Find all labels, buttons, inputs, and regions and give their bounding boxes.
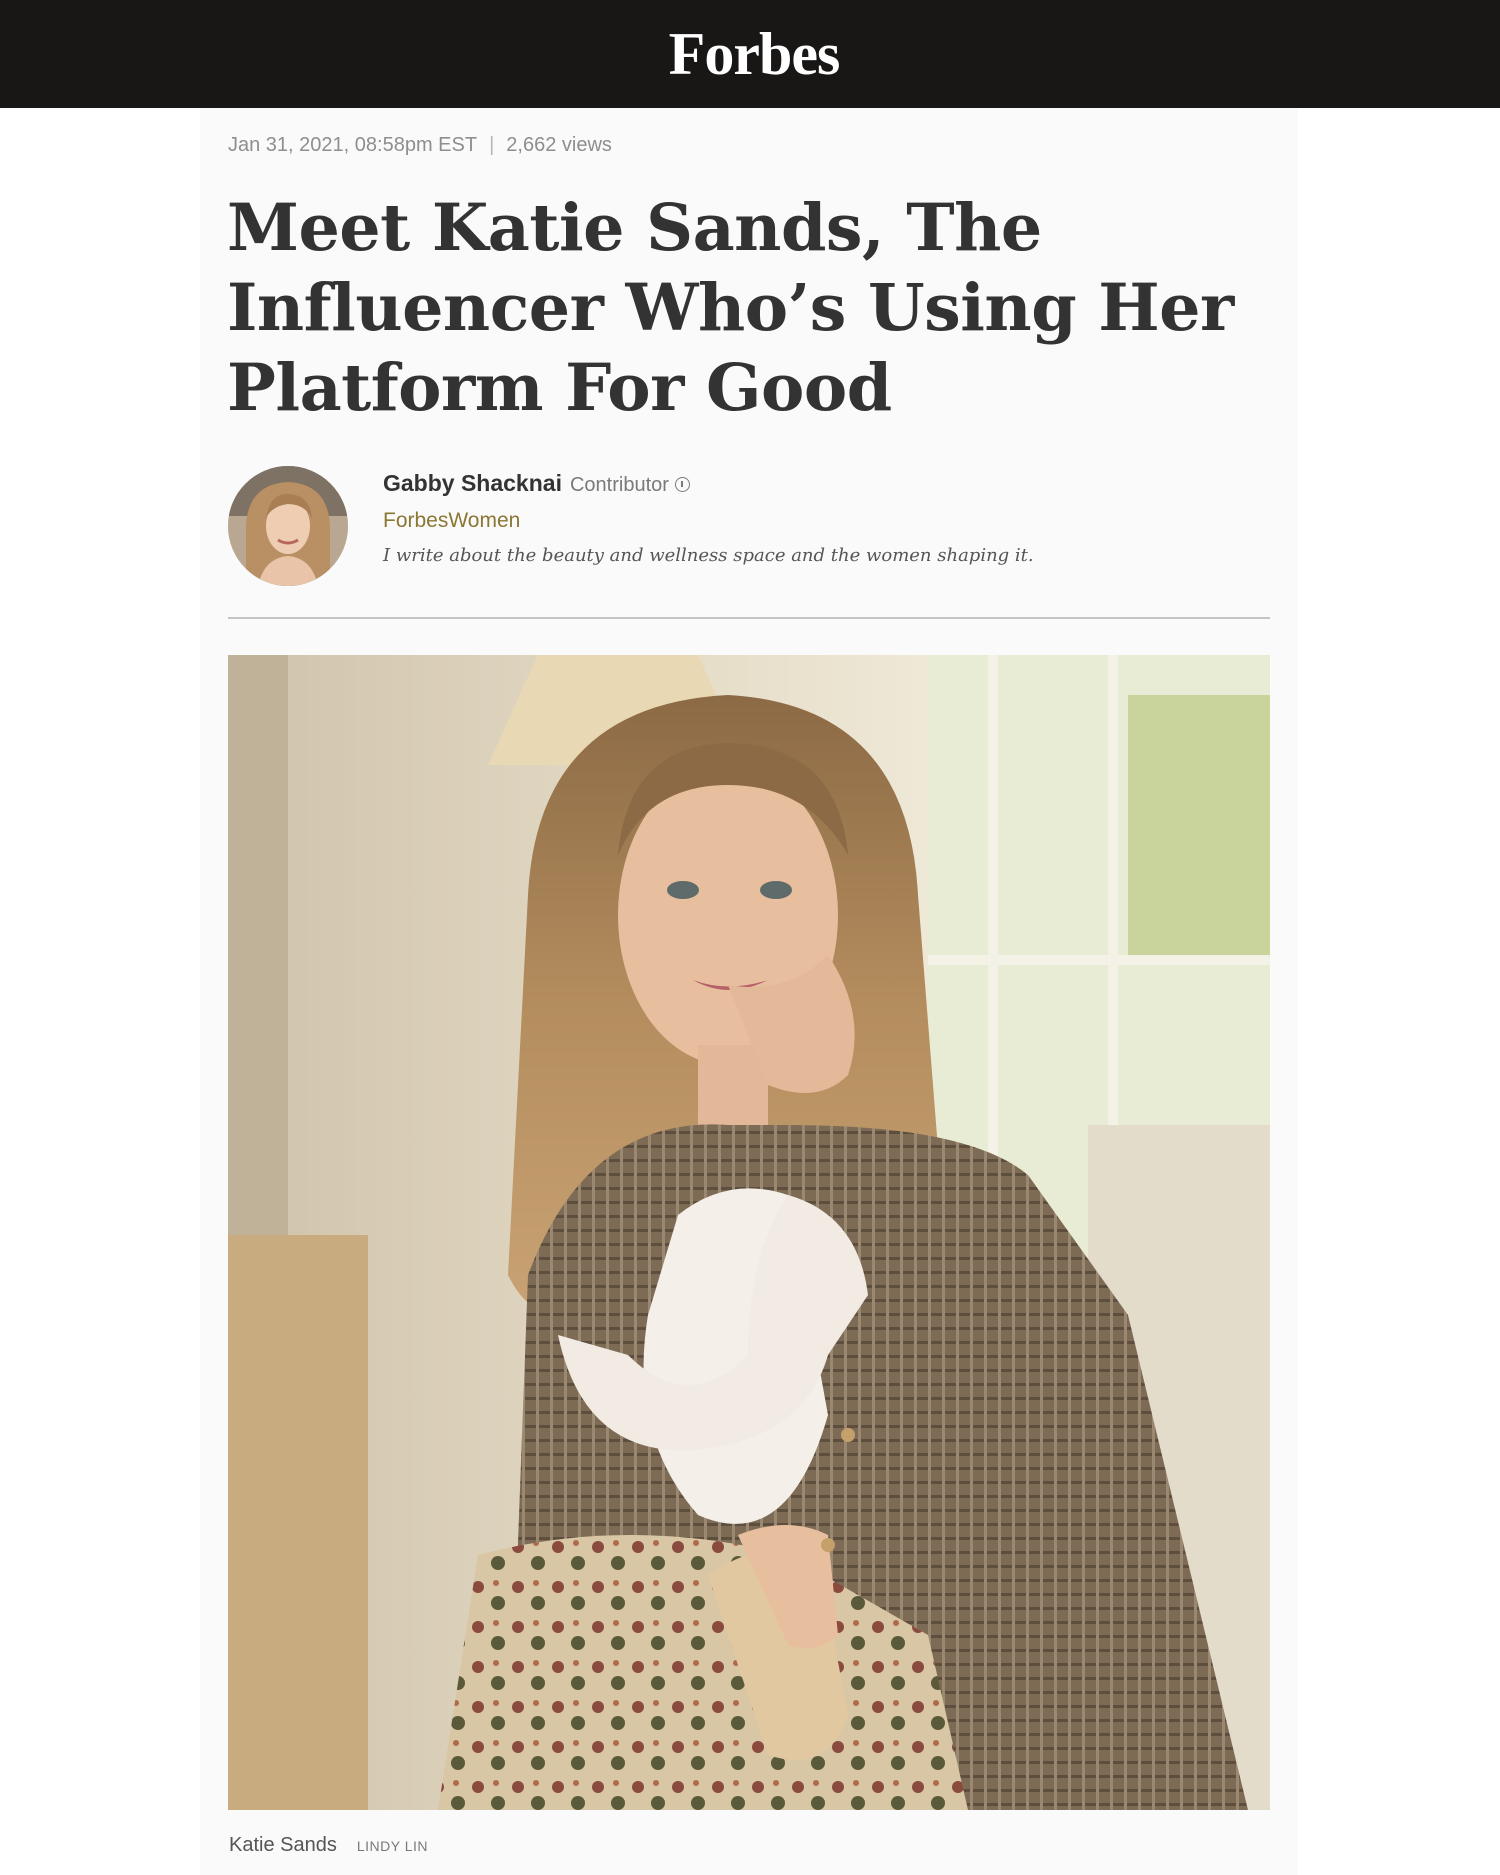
article-headline: Meet Katie Sands, The Influencer Who’s U… bbox=[227, 190, 1234, 426]
publish-date: Jan 31, 2021, 08:58pm EST bbox=[228, 134, 478, 156]
info-circle-icon[interactable] bbox=[674, 477, 690, 492]
image-caption: Katie Sands LINDY LIN bbox=[229, 1834, 428, 1857]
divider bbox=[228, 617, 1270, 619]
meta-separator: | bbox=[489, 134, 495, 156]
channel-link[interactable]: ForbesWomen bbox=[383, 509, 1243, 533]
author-role: Contributor bbox=[569, 474, 669, 496]
author-avatar[interactable] bbox=[228, 466, 348, 586]
hero-image[interactable] bbox=[228, 655, 1270, 1810]
article-meta: Jan 31, 2021, 08:58pm EST | 2,662 views bbox=[228, 134, 612, 157]
forbes-logo[interactable]: Forbes bbox=[669, 20, 841, 89]
author-avatar-image bbox=[228, 466, 348, 586]
caption-text: Katie Sands bbox=[229, 1834, 337, 1856]
author-line: Gabby Shacknai Contributor bbox=[383, 470, 1243, 497]
view-count: 2,662 views bbox=[506, 134, 612, 156]
photo-credit: LINDY LIN bbox=[356, 1838, 429, 1854]
top-bar: Forbes bbox=[0, 0, 1500, 108]
author-bio: I write about the beauty and wellness sp… bbox=[383, 545, 1034, 566]
author-name-link[interactable]: Gabby Shacknai bbox=[383, 470, 562, 496]
author-info: Gabby Shacknai Contributor ForbesWomen I … bbox=[383, 470, 1243, 566]
hero-photo bbox=[228, 655, 1270, 1810]
article-container: Jan 31, 2021, 08:58pm EST | 2,662 views Me… bbox=[200, 108, 1298, 1875]
